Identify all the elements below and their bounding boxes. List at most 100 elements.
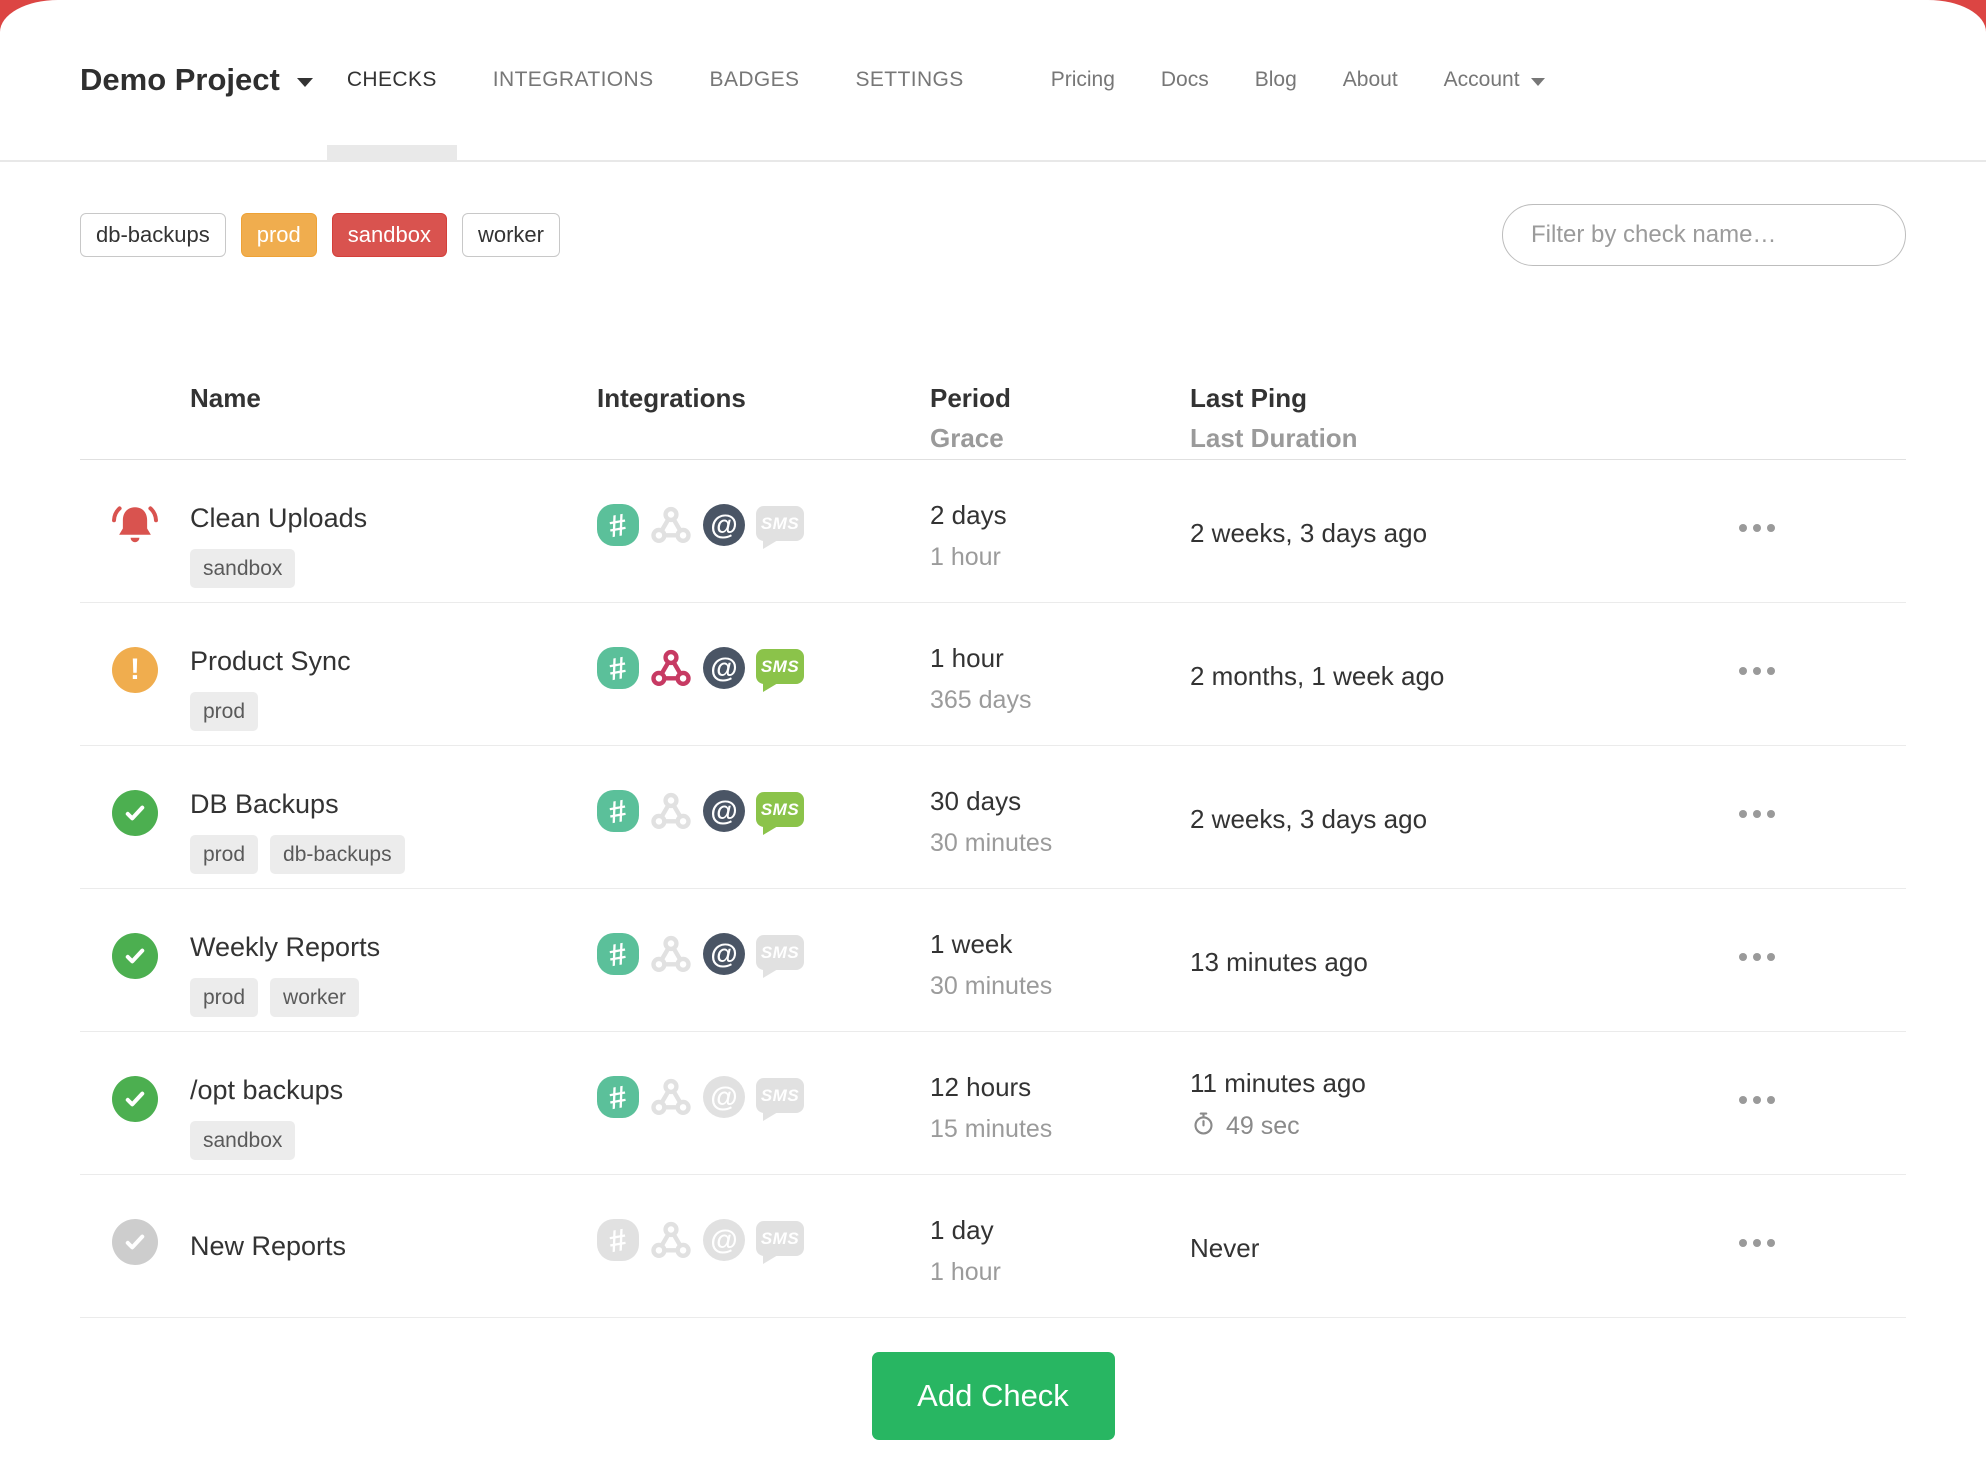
last-ping-cell: Never bbox=[1190, 1175, 1700, 1317]
tab-integrations[interactable]: INTEGRATIONS bbox=[465, 0, 682, 160]
integrations-cell: # @ SMS bbox=[597, 889, 930, 1031]
check-name[interactable]: Weekly Reports bbox=[190, 932, 597, 963]
header-lastping-duration: Last Ping Last Duration bbox=[1190, 385, 1700, 451]
tab-checks[interactable]: CHECKS bbox=[319, 0, 465, 160]
add-check-container: Add Check bbox=[0, 1352, 1986, 1440]
last-duration-value: 49 sec bbox=[1226, 1111, 1300, 1140]
row-menu-button[interactable] bbox=[1737, 520, 1777, 536]
sms-icon: SMS bbox=[756, 935, 804, 970]
sms-icon: SMS bbox=[756, 1221, 804, 1256]
status-new-check-icon bbox=[112, 1219, 158, 1265]
sms-icon: SMS bbox=[756, 506, 804, 541]
row-menu-button[interactable] bbox=[1737, 663, 1777, 679]
tab-badges[interactable]: BADGES bbox=[682, 0, 828, 160]
menu-cell bbox=[1700, 460, 1906, 602]
menu-cell bbox=[1700, 1032, 1906, 1174]
link-docs[interactable]: Docs bbox=[1138, 68, 1232, 92]
chevron-down-icon bbox=[296, 78, 313, 87]
project-switcher[interactable]: Demo Project bbox=[80, 62, 313, 98]
slack-icon: # bbox=[597, 504, 639, 546]
row-menu-button[interactable] bbox=[1737, 806, 1777, 822]
link-blog[interactable]: Blog bbox=[1232, 68, 1320, 92]
grace-value: 1 hour bbox=[930, 1258, 1001, 1286]
webhook-icon bbox=[650, 504, 692, 546]
stopwatch-icon bbox=[1190, 1110, 1217, 1142]
check-tags: sandbox bbox=[190, 1120, 597, 1160]
check-tags: prod worker bbox=[190, 977, 597, 1017]
checks-table: Name Integrations Period Grace Last Ping… bbox=[80, 385, 1906, 1318]
check-row: New Reports # @ SMS 1 day 1 hour Never bbox=[80, 1175, 1906, 1318]
account-label: Account bbox=[1443, 68, 1520, 91]
checks-table-body: Clean Uploads sandbox # @ SMS 2 days 1 hou… bbox=[80, 460, 1906, 1318]
status-alert-bell-icon bbox=[107, 500, 163, 561]
row-menu-button[interactable] bbox=[1737, 949, 1777, 965]
check-tag: worker bbox=[270, 977, 360, 1017]
nav-links: Pricing Docs Blog About Account bbox=[1028, 68, 1545, 92]
last-ping-cell: 13 minutes ago bbox=[1190, 889, 1700, 1031]
menu-cell bbox=[1700, 746, 1906, 888]
grace-value: 15 minutes bbox=[930, 1115, 1053, 1143]
row-menu-button[interactable] bbox=[1737, 1235, 1777, 1251]
check-row: Clean Uploads sandbox # @ SMS 2 days 1 hou… bbox=[80, 460, 1906, 603]
slack-icon: # bbox=[597, 790, 639, 832]
check-tag: db-backups bbox=[270, 834, 405, 874]
last-ping-value: Never bbox=[1190, 1233, 1260, 1263]
webhook-icon bbox=[650, 647, 692, 689]
email-icon: @ bbox=[703, 933, 745, 975]
tag-filter-worker[interactable]: worker bbox=[461, 212, 560, 258]
name-cell: New Reports bbox=[190, 1175, 597, 1317]
check-tags: prod bbox=[190, 691, 597, 731]
add-check-button[interactable]: Add Check bbox=[871, 1352, 1115, 1440]
status-cell bbox=[80, 889, 190, 1031]
tag-filter-prod[interactable]: prod bbox=[240, 212, 317, 258]
header-period-grace: Period Grace bbox=[930, 385, 1190, 451]
status-cell bbox=[80, 460, 190, 602]
period-cell: 12 hours 15 minutes bbox=[930, 1032, 1190, 1174]
check-tags: sandbox bbox=[190, 548, 597, 588]
name-cell: Weekly Reports prod worker bbox=[190, 889, 597, 1031]
slack-icon: # bbox=[597, 1076, 639, 1118]
email-icon: @ bbox=[703, 647, 745, 689]
account-menu[interactable]: Account bbox=[1421, 68, 1545, 92]
header-grace: Grace bbox=[930, 423, 1004, 453]
check-name[interactable]: /opt backups bbox=[190, 1075, 597, 1106]
check-name[interactable]: Product Sync bbox=[190, 646, 597, 677]
last-duration: 49 sec bbox=[1190, 1110, 1700, 1142]
slack-icon: # bbox=[597, 647, 639, 689]
check-row: Weekly Reports prod worker # @ SMS 1 week 3… bbox=[80, 889, 1906, 1032]
last-ping-value: 2 months, 1 week ago bbox=[1190, 661, 1445, 691]
email-icon: @ bbox=[703, 790, 745, 832]
period-cell: 1 week 30 minutes bbox=[930, 889, 1190, 1031]
check-name-filter-input[interactable] bbox=[1502, 204, 1906, 266]
header-name: Name bbox=[190, 383, 261, 413]
tag-filter-sandbox[interactable]: sandbox bbox=[331, 212, 447, 258]
period-value: 12 hours bbox=[930, 1072, 1032, 1102]
link-about[interactable]: About bbox=[1320, 68, 1421, 92]
last-ping-value: 13 minutes ago bbox=[1190, 947, 1368, 977]
filter-bar: db-backups prod sandbox worker bbox=[0, 204, 1986, 266]
check-name[interactable]: DB Backups bbox=[190, 789, 597, 820]
email-icon: @ bbox=[703, 504, 745, 546]
tab-settings[interactable]: SETTINGS bbox=[827, 0, 991, 160]
last-ping-cell: 11 minutes ago 49 sec bbox=[1190, 1032, 1700, 1174]
check-name[interactable]: Clean Uploads bbox=[190, 503, 597, 534]
name-cell: Product Sync prod bbox=[190, 603, 597, 745]
integrations-cell: # @ SMS bbox=[597, 746, 930, 888]
tag-filter-db-backups[interactable]: db-backups bbox=[80, 212, 226, 258]
link-pricing[interactable]: Pricing bbox=[1028, 68, 1138, 92]
check-name[interactable]: New Reports bbox=[190, 1231, 597, 1262]
status-late-icon: ! bbox=[112, 647, 158, 693]
chevron-down-icon bbox=[1530, 77, 1545, 86]
grace-value: 30 minutes bbox=[930, 829, 1053, 857]
status-up-check-icon bbox=[112, 790, 158, 836]
row-menu-button[interactable] bbox=[1737, 1092, 1777, 1108]
sms-icon: SMS bbox=[756, 792, 804, 827]
integrations-cell: # @ SMS bbox=[597, 1175, 930, 1317]
webhook-icon bbox=[650, 933, 692, 975]
last-ping-value: 11 minutes ago bbox=[1190, 1068, 1366, 1098]
email-icon: @ bbox=[703, 1219, 745, 1261]
sms-icon: SMS bbox=[756, 649, 804, 684]
period-value: 30 days bbox=[930, 786, 1022, 816]
status-up-check-icon bbox=[112, 933, 158, 979]
name-cell: Clean Uploads sandbox bbox=[190, 460, 597, 602]
